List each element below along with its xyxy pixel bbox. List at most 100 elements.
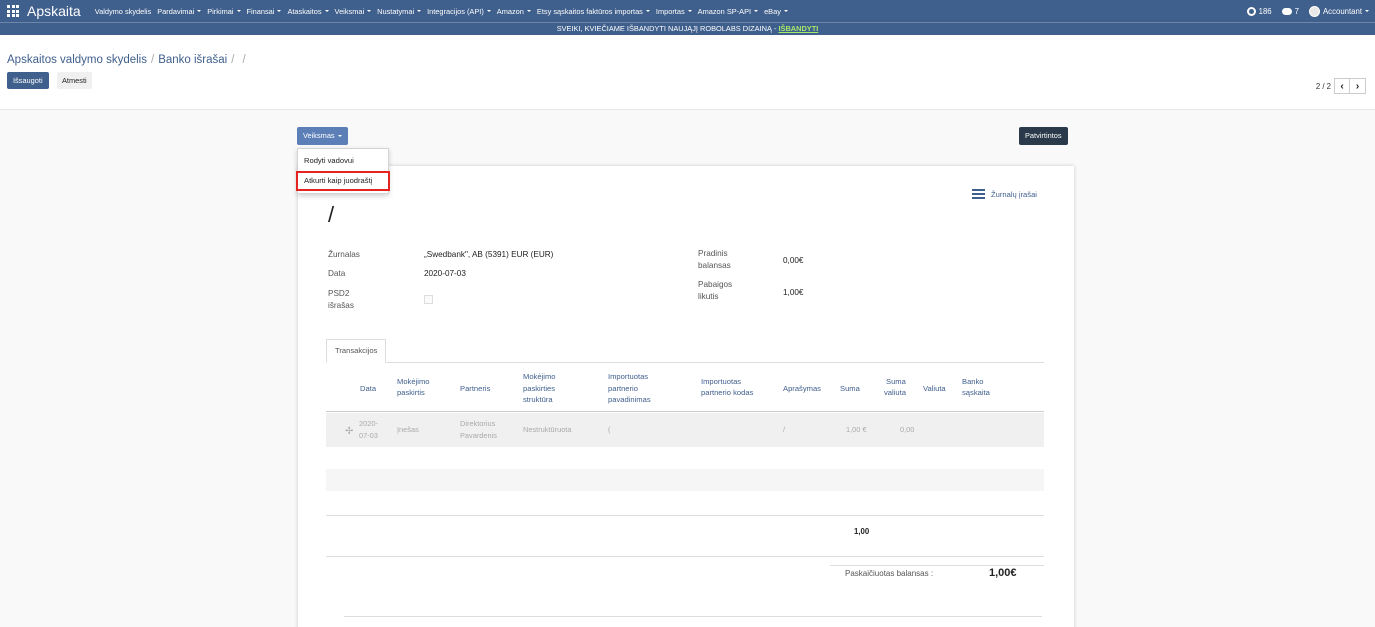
activity-icon <box>1246 6 1256 16</box>
menu-item-label: Amazon <box>496 6 524 16</box>
col-imported-code-line2[interactable]: partnerio kodas <box>701 388 753 397</box>
chevron-down-icon <box>197 10 202 12</box>
col-imported-name-line2[interactable]: partnerio <box>608 384 638 393</box>
col-imported-name-line3[interactable]: pavadinimas <box>608 395 651 404</box>
top-navbar: Apskaita Valdymo skydelis Pardavimai Pirki… <box>0 0 1375 22</box>
menu-item-12[interactable]: eBay <box>764 7 788 16</box>
messages-indicator[interactable]: 7 <box>1281 7 1299 16</box>
table-footer-divider <box>326 515 1044 516</box>
pager-value: 2 / 2 <box>1315 81 1331 91</box>
row-date-line2: 07-03 <box>359 431 378 440</box>
app-brand[interactable]: Apskaita <box>27 3 81 19</box>
closing-balance-value[interactable]: 1,00€ <box>783 287 804 298</box>
col-amount-currency-line2[interactable]: valiuta <box>884 388 906 397</box>
col-description[interactable]: Aprašymas <box>783 384 821 393</box>
date-value[interactable]: 2020-07-03 <box>424 268 466 279</box>
col-purpose-line1[interactable]: Mokėjimo <box>397 377 430 386</box>
breadcrumb-separator: / <box>231 54 235 66</box>
action-dropdown-button[interactable]: Veiksmas <box>297 127 348 145</box>
amount-total: 1,00 <box>854 527 870 536</box>
menu-item-6[interactable]: Nustatymai <box>377 7 422 16</box>
table-row[interactable]: ✢ 2020- 07-03 Įnešas Direktorius Pavarde… <box>326 413 1044 447</box>
menu-item-reset-to-draft[interactable]: Atkurti kaip juodraštį <box>296 171 390 191</box>
menu-item-10[interactable]: Importas <box>656 7 692 16</box>
empty-row <box>326 469 1044 491</box>
row-partner-line1: Direktorius <box>460 419 496 428</box>
journal-value[interactable]: „Swedbank", AB (5391) EUR (EUR) <box>424 249 553 260</box>
apps-grid-icon[interactable] <box>7 5 19 17</box>
menu-item-9[interactable]: Etsy sąskaitos faktūros importas <box>537 7 650 16</box>
col-amount-currency-line1[interactable]: Suma <box>886 377 906 386</box>
opening-balance-value[interactable]: 0,00€ <box>783 255 804 266</box>
chevron-down-icon <box>486 10 491 12</box>
col-bank-account-line2[interactable]: sąskaita <box>962 388 990 397</box>
chevron-down-icon <box>367 10 372 12</box>
row-date-line1: 2020- <box>359 419 378 428</box>
col-structure-line3[interactable]: struktūra <box>523 395 553 404</box>
user-menu[interactable]: Accountant <box>1308 5 1369 17</box>
opening-balance-label-line2: balansas <box>698 261 731 270</box>
col-imported-name-line1[interactable]: Importuotas <box>608 372 648 381</box>
chevron-down-icon <box>337 135 342 137</box>
row-description: / <box>783 425 786 434</box>
col-partner[interactable]: Partneris <box>460 384 490 393</box>
confirmed-button[interactable]: Patvirtintos <box>1019 127 1068 145</box>
record-title: / <box>328 202 335 227</box>
menu-item-show-to-manager[interactable]: Rodyti vadovui <box>298 151 388 171</box>
header-divider <box>326 411 1044 412</box>
col-bank-account-line1[interactable]: Banko <box>962 377 984 386</box>
menu-item-label: Pardavimai <box>157 6 195 16</box>
menu-item-1[interactable]: Pardavimai <box>157 6 202 16</box>
closing-balance-label-line2: likutis <box>698 292 719 301</box>
row-handle-icon[interactable]: ✢ <box>345 426 353 437</box>
row-purpose: Įnešas <box>397 425 419 434</box>
menu-item-5[interactable]: Veiksmai <box>335 7 372 16</box>
col-structure-line2[interactable]: paskirties <box>523 384 555 393</box>
menu-item-2[interactable]: Pirkimai <box>207 7 241 16</box>
col-currency[interactable]: Valiuta <box>923 384 946 393</box>
col-structure-line1[interactable]: Mokėjimo <box>523 372 556 381</box>
breadcrumb-dashboard[interactable]: Apskaitos valdymo skydelis <box>7 54 147 66</box>
breadcrumb-bank-statements[interactable]: Banko išrašai <box>158 54 227 66</box>
breadcrumb: Apskaitos valdymo skydelis / Banko išrašai… <box>7 54 250 66</box>
col-purpose-line2[interactable]: paskirtis <box>397 388 425 397</box>
activity-indicator[interactable]: 186 <box>1246 6 1272 16</box>
main-menu: Valdymo skydelis Pardavimai Pirkimai Finans… <box>95 7 794 16</box>
control-panel: Apskaitos valdymo skydelis / Banko išrašai… <box>0 35 1375 110</box>
computed-balance-value: 1,00€ <box>989 567 1017 579</box>
menu-item-4[interactable]: Ataskaitos <box>287 6 329 16</box>
date-label: Data <box>328 269 346 278</box>
col-amount[interactable]: Suma <box>840 384 860 393</box>
pager-previous-button[interactable]: ‹ <box>1334 78 1350 94</box>
psd2-checkbox[interactable] <box>424 295 433 304</box>
banner-try-link[interactable]: IŠBANDYTI <box>778 24 818 33</box>
col-imported-code-line1[interactable]: Importuotas <box>701 377 741 386</box>
banner-text: SVEIKI, KVIEČIAME IŠBANDYTI NAUJĄJĮ ROBO… <box>556 24 779 33</box>
save-button[interactable]: Išsaugoti <box>7 72 49 89</box>
menu-item-7[interactable]: Integracijos (API) <box>427 7 491 16</box>
menu-item-label: Veiksmai <box>334 6 365 16</box>
menu-item-11[interactable]: Amazon SP-API <box>697 6 759 16</box>
psd2-label-line1: PSD2 <box>328 289 350 298</box>
menu-item-label: Etsy sąskaitos faktūros importas <box>536 6 643 16</box>
journal-entries-button[interactable]: Žurnalų įrašai <box>971 189 1037 199</box>
journal-label: Žurnalas <box>328 250 360 259</box>
menu-item-label: Amazon SP-API <box>697 6 752 16</box>
menu-item-3[interactable]: Finansai <box>247 7 282 16</box>
tab-strip <box>326 362 1044 363</box>
chevron-down-icon <box>645 10 650 12</box>
menu-item-label: Importas <box>655 6 685 16</box>
tab-transactions[interactable]: Transakcijos <box>326 339 387 363</box>
menu-item-0[interactable]: Valdymo skydelis <box>95 7 152 16</box>
navbar-right: 186 7 Accountant <box>1237 0 1369 22</box>
menu-item-8[interactable]: Amazon <box>497 7 531 16</box>
chevron-down-icon <box>417 10 422 12</box>
chatter-divider <box>344 616 1042 617</box>
row-amount: 1,00 € <box>846 425 867 434</box>
pager-next-button[interactable]: › <box>1350 78 1366 94</box>
menu-item-label: Ataskaitos <box>287 6 322 16</box>
discard-button[interactable]: Atmesti <box>57 72 92 89</box>
redesign-banner: SVEIKI, KVIEČIAME IŠBANDYTI NAUJĄJĮ ROBO… <box>0 22 1375 35</box>
col-date[interactable]: Data <box>360 384 376 393</box>
breadcrumb-current: / <box>242 54 246 66</box>
